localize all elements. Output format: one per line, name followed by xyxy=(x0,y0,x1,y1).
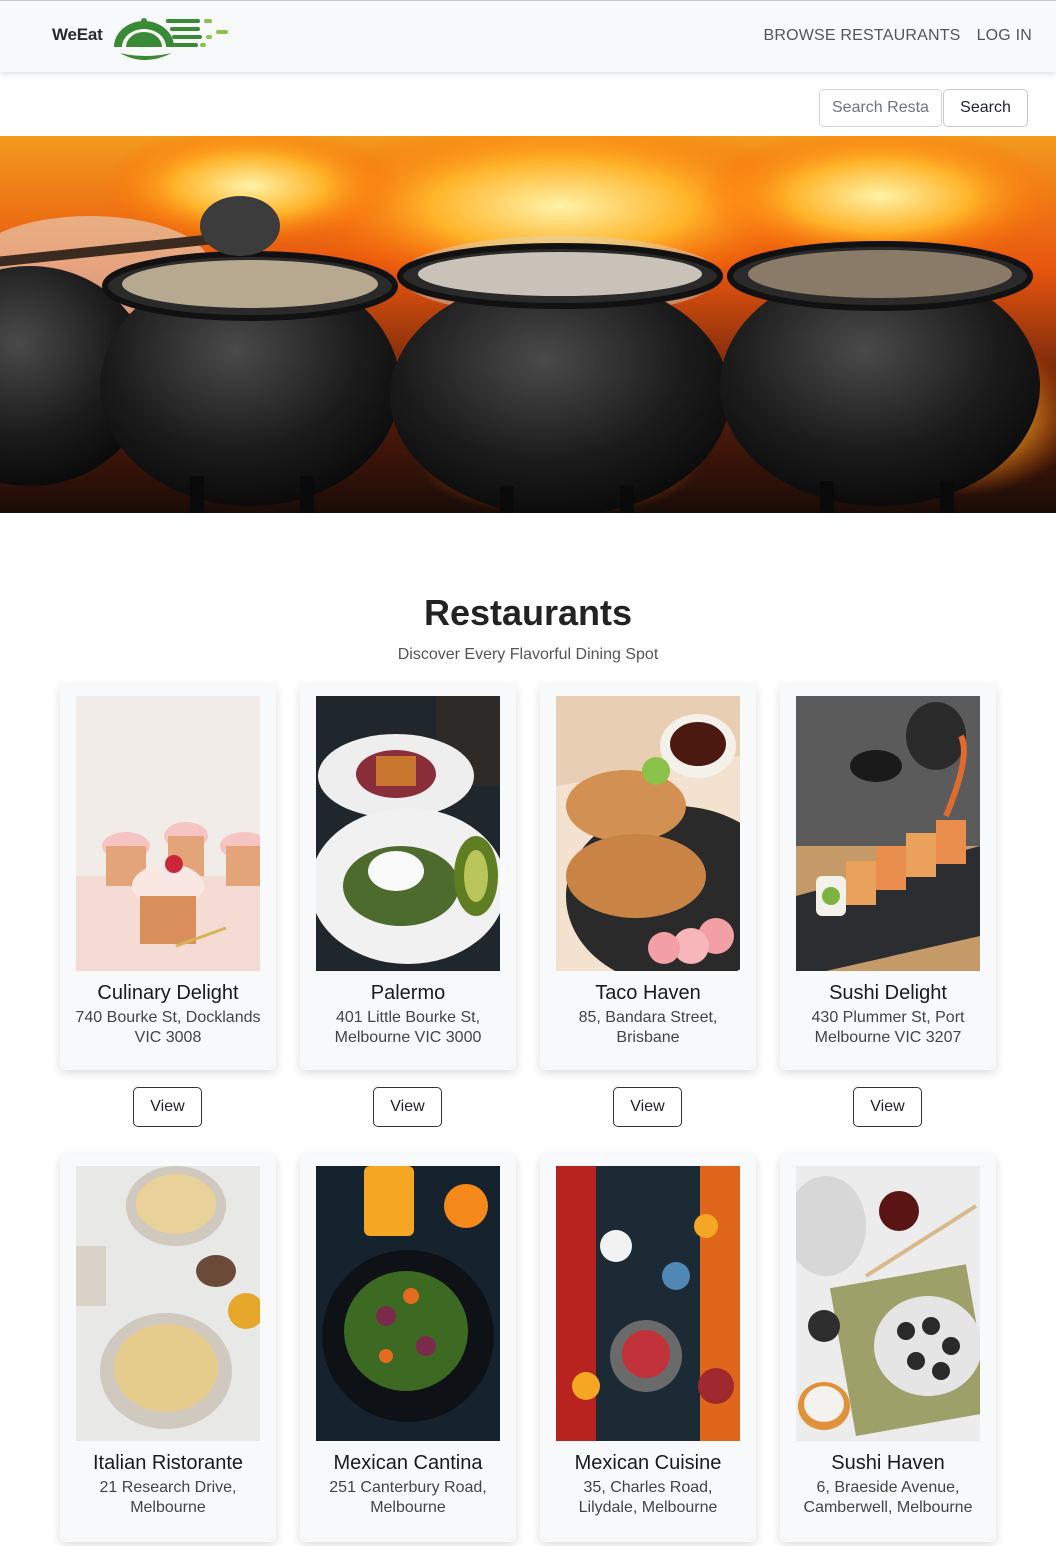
brunch-plates-photo xyxy=(316,696,500,971)
restaurant-name: Mexican Cantina xyxy=(333,1452,483,1474)
restaurant-card: Mexican Cantina 251 Canterbury Road, Mel… xyxy=(300,1154,516,1542)
search-button[interactable]: Search xyxy=(943,89,1028,127)
restaurant-address: 401 Little Bourke St, Melbourne VIC 3000 xyxy=(334,1009,482,1046)
section-subtitle: Discover Every Flavorful Dining Spot xyxy=(397,646,659,663)
restaurant-address: 251 Canterbury Road, Melbourne xyxy=(329,1479,487,1516)
restaurant-name: Sushi Delight xyxy=(829,982,947,1004)
restaurant-card: Palermo 401 Little Bourke St, Melbourne … xyxy=(300,684,516,1070)
restaurant-card: Sushi Haven 6, Braeside Avenue, Camberwe… xyxy=(780,1154,996,1542)
restaurant-address: 85, Bandara Street, Brisbane xyxy=(578,1009,718,1046)
nav-links: BROWSE RESTAURANTS LOG IN xyxy=(763,27,1032,45)
restaurant-address: 35, Charles Road, Lilydale, Melbourne xyxy=(578,1479,718,1516)
view-button[interactable]: View xyxy=(133,1087,202,1127)
view-button[interactable]: View xyxy=(613,1087,682,1127)
restaurant-name: Taco Haven xyxy=(595,982,701,1004)
search-form: Search xyxy=(819,89,1028,127)
hero-banner xyxy=(0,136,1056,513)
salad-juice-photo xyxy=(316,1166,500,1441)
restaurant-address: 740 Bourke St, Docklands VIC 3008 xyxy=(75,1009,261,1046)
section-title: Restaurants xyxy=(423,592,633,633)
restaurant-name: Sushi Haven xyxy=(831,1452,945,1474)
view-button[interactable]: View xyxy=(853,1087,922,1127)
restaurant-name: Palermo xyxy=(370,982,446,1004)
restaurant-address: 430 Plummer St, Port Melbourne VIC 3207 xyxy=(811,1009,965,1046)
restaurant-address: 6, Braeside Avenue, Camberwell, Melbourn… xyxy=(803,1479,973,1516)
restaurant-name: Mexican Cuisine xyxy=(574,1452,722,1474)
sushi-roll-photo xyxy=(796,696,980,971)
restaurant-card: Taco Haven 85, Bandara Street, Brisbane xyxy=(540,684,756,1070)
brand-name: WeEat xyxy=(52,25,103,44)
restaurant-name: Italian Ristorante xyxy=(92,1452,244,1474)
restaurant-name: Culinary Delight xyxy=(97,982,239,1004)
nav-browse-restaurants[interactable]: BROWSE RESTAURANTS xyxy=(763,27,960,45)
restaurant-card: Sushi Delight 430 Plummer St, Port Melbo… xyxy=(780,684,996,1070)
nav-log-in[interactable]: LOG IN xyxy=(977,27,1032,45)
cooking-pots-over-fire xyxy=(0,136,1056,513)
mexican-spread-photo xyxy=(556,1166,740,1441)
pasta-photo xyxy=(76,1166,260,1441)
view-button[interactable]: View xyxy=(373,1087,442,1127)
restaurant-card: Mexican Cuisine 35, Charles Road, Lilyda… xyxy=(540,1154,756,1542)
tacos-photo xyxy=(556,696,740,971)
restaurant-card: Italian Ristorante 21 Research Drive, Me… xyxy=(60,1154,276,1542)
brand[interactable]: WeEat xyxy=(52,13,232,63)
restaurant-card: Culinary Delight 740 Bourke St, Dockland… xyxy=(60,684,276,1070)
cupcakes-photo xyxy=(76,696,260,971)
restaurant-address: 21 Research Drive, Melbourne xyxy=(99,1479,237,1516)
navbar: WeEat BROWSE RESTAURANTS LOG IN xyxy=(0,0,1056,72)
cloche-speed-icon xyxy=(114,18,228,60)
sushi-platter-photo xyxy=(796,1166,980,1441)
search-input[interactable] xyxy=(819,89,942,127)
